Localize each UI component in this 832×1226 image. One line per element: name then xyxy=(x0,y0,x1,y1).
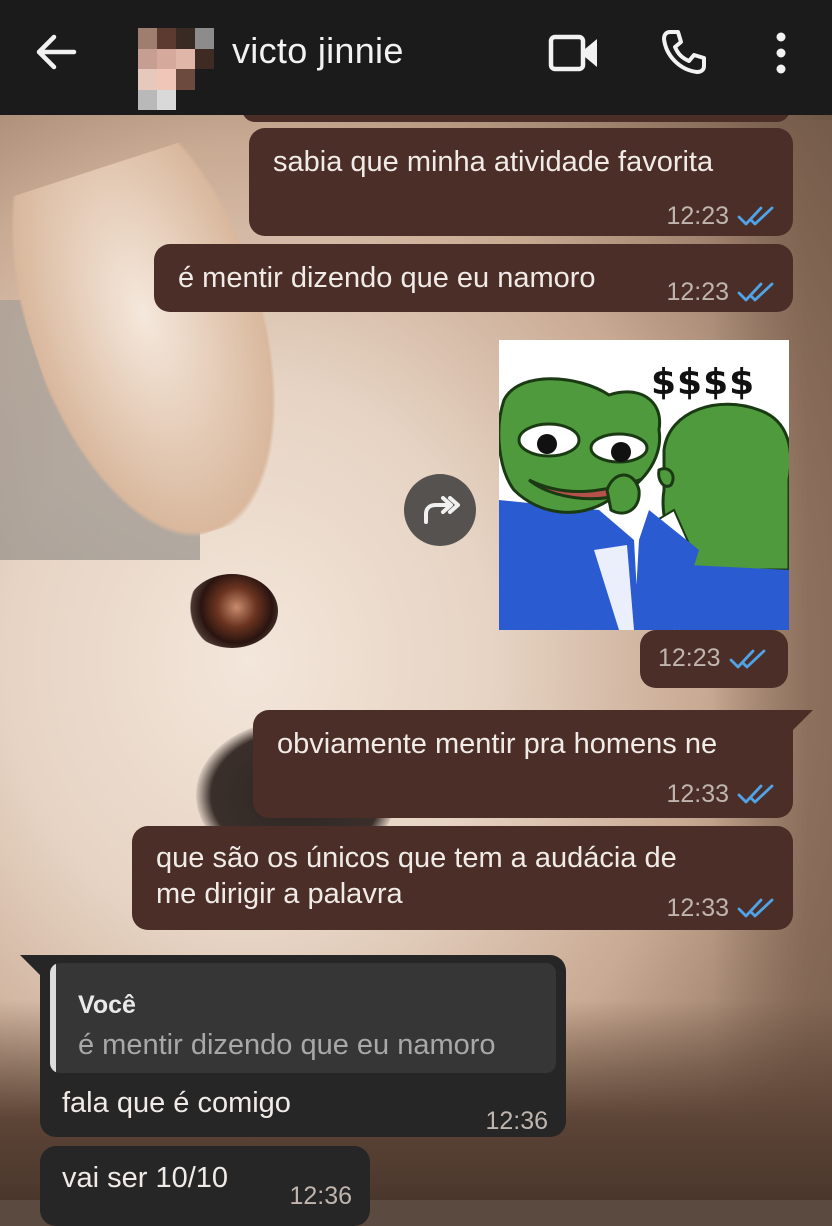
avatar[interactable] xyxy=(138,28,214,110)
read-ticks-icon xyxy=(729,649,765,668)
message-time: 12:33 xyxy=(666,780,729,808)
phone-icon[interactable] xyxy=(660,28,708,76)
message-time: 12:33 xyxy=(666,894,729,922)
message-meta: 12:36 xyxy=(485,1103,548,1139)
message-bubble-incoming[interactable]: Você é mentir dizendo que eu namoro fala… xyxy=(40,955,566,1137)
message-meta: 12:33 xyxy=(666,776,775,812)
message-time: 12:23 xyxy=(666,278,729,306)
reply-author: Você xyxy=(78,991,136,1019)
message-text-line-1: que são os únicos que tem a audácia de xyxy=(156,842,677,874)
message-text: vai ser 10/10 xyxy=(62,1162,229,1194)
read-ticks-icon xyxy=(737,206,774,226)
message-text: fala que é comigo xyxy=(62,1087,291,1119)
sticker-image[interactable]: $$$$ xyxy=(499,340,789,630)
forward-icon xyxy=(424,496,460,524)
message-meta: 12:23 xyxy=(666,198,775,234)
video-camera-icon[interactable] xyxy=(548,32,600,74)
message-text: obviamente mentir pra homens ne xyxy=(277,728,718,760)
message-meta: 12:36 xyxy=(289,1178,352,1214)
message-meta: 12:33 xyxy=(666,890,775,926)
message-time: 12:36 xyxy=(485,1107,548,1135)
chat-header: victo jinnie xyxy=(0,0,832,115)
reply-quote-bar xyxy=(50,963,56,1073)
read-ticks-icon xyxy=(737,898,774,918)
contact-name[interactable]: victo jinnie xyxy=(232,30,404,72)
bubble-tail xyxy=(20,955,40,975)
message-meta: 12:23 xyxy=(658,644,767,673)
message-time: 12:23 xyxy=(658,644,721,672)
message-bubble[interactable]: é mentir dizendo que eu namoro 12:23 xyxy=(154,244,793,312)
sticker-meta: 12:23 xyxy=(640,630,788,688)
message-bubble[interactable]: obviamente mentir pra homens ne 12:33 xyxy=(253,710,793,818)
read-ticks-icon xyxy=(737,784,774,804)
more-vertical-icon[interactable] xyxy=(770,30,792,76)
message-time: 12:23 xyxy=(666,202,729,230)
read-ticks-icon xyxy=(737,282,774,302)
forward-button[interactable] xyxy=(404,474,476,546)
reply-text: é mentir dizendo que eu namoro xyxy=(78,1029,496,1061)
message-bubble-incoming[interactable]: vai ser 10/10 12:36 xyxy=(40,1146,370,1226)
reply-quote[interactable]: Você é mentir dizendo que eu namoro xyxy=(50,963,556,1073)
message-bubble[interactable]: sabia que minha atividade favorita 12:23 xyxy=(249,128,793,236)
message-bubble[interactable]: que são os únicos que tem a audácia de m… xyxy=(132,826,793,930)
message-meta: 12:23 xyxy=(666,274,775,310)
message-text: é mentir dizendo que eu namoro xyxy=(178,262,596,294)
sticker-text: $$$$ xyxy=(651,362,756,403)
wallpaper-dog-eye xyxy=(186,574,278,648)
message-text: sabia que minha atividade favorita xyxy=(273,146,714,178)
bubble-tail xyxy=(793,710,813,730)
arrow-left-icon[interactable] xyxy=(34,30,78,74)
message-time: 12:36 xyxy=(289,1182,352,1210)
message-text-line-2: me dirigir a palavra xyxy=(156,878,403,910)
